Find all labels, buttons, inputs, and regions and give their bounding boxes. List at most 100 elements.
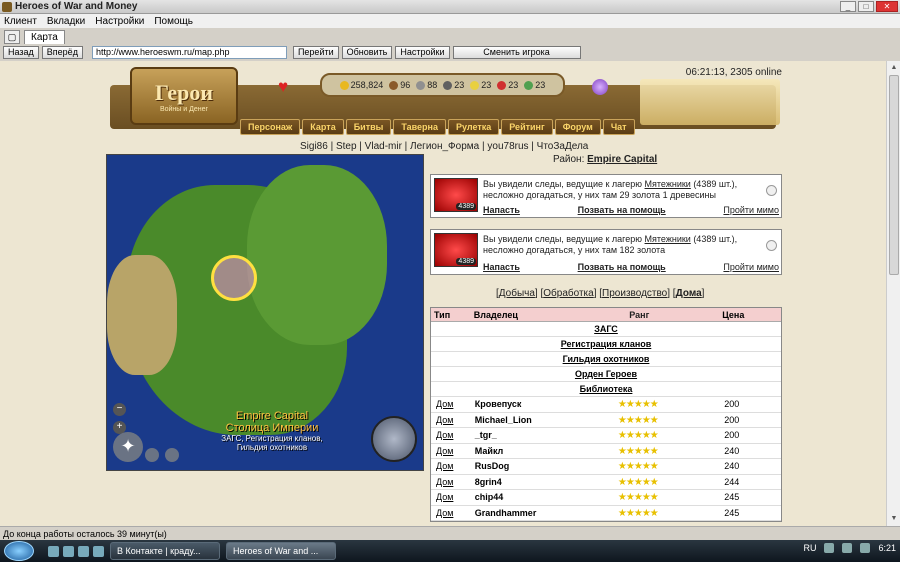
house-link[interactable]: Дом xyxy=(431,444,471,459)
zoom-out-button[interactable]: − xyxy=(113,403,126,416)
menu-roulette[interactable]: Рулетка xyxy=(447,119,500,135)
house-link[interactable]: Дом xyxy=(431,428,471,443)
call-help-link[interactable]: Позвать на помощь xyxy=(578,205,666,215)
menu-chat[interactable]: Чат xyxy=(602,119,635,135)
mercury-icon xyxy=(443,80,453,90)
filter-production[interactable]: Производство xyxy=(602,288,667,299)
house-link[interactable]: Дом xyxy=(431,459,471,474)
menu-rating[interactable]: Рейтинг xyxy=(501,119,553,135)
event-card: 4389 Вы увидели следы, ведущие к лагерю … xyxy=(430,229,782,275)
house-link[interactable]: Дом xyxy=(431,413,471,428)
table-row-special[interactable]: Орден Героев xyxy=(431,367,781,382)
map-globe-icon[interactable] xyxy=(165,448,179,462)
price-value: 200 xyxy=(724,399,740,409)
minimize-button[interactable]: _ xyxy=(840,1,856,12)
world-map[interactable]: Empire Capital Столица Империи ЗАГС, Рег… xyxy=(106,154,424,471)
app-icon[interactable] xyxy=(93,545,104,557)
wood-icon xyxy=(389,80,399,90)
owner-name[interactable]: RusDog xyxy=(471,459,593,474)
taskbar-item-vkontakte[interactable]: В Контакте | краду... xyxy=(110,542,220,560)
location-name-ru: Столица Империи xyxy=(225,422,319,434)
online-players-links[interactable]: Sigi86 | Step | Vlad-mir | Легион_Форма … xyxy=(300,141,588,152)
map-option-icon[interactable] xyxy=(145,448,159,462)
resource-wood: 96 xyxy=(389,80,410,90)
menu-client[interactable]: Клиент xyxy=(4,16,37,27)
tray-clock[interactable]: 6:21 xyxy=(878,543,896,553)
menu-help[interactable]: Помощь xyxy=(154,16,193,27)
refresh-button[interactable]: Обновить xyxy=(341,45,393,59)
forward-button[interactable]: Вперёд xyxy=(41,45,83,59)
price-value: 245 xyxy=(724,507,740,518)
owner-name[interactable]: Michael_Lion xyxy=(471,413,593,428)
scroll-up-arrow-icon[interactable]: ▲ xyxy=(888,62,900,74)
menu-bar: Клиент Вкладки Настройки Помощь xyxy=(0,14,900,28)
scroll-down-arrow-icon[interactable]: ▼ xyxy=(888,513,900,525)
owner-name[interactable]: 8grin4 xyxy=(471,475,593,490)
go-button[interactable]: Перейти xyxy=(292,45,339,59)
maximize-button[interactable]: □ xyxy=(858,1,874,12)
menu-settings[interactable]: Настройки xyxy=(95,16,144,27)
rebels-link[interactable]: Мятежники xyxy=(645,234,691,244)
compass-icon[interactable] xyxy=(371,416,417,462)
filter-houses[interactable]: Дома xyxy=(676,288,702,299)
house-link[interactable]: Дом xyxy=(431,490,471,505)
house-link[interactable]: Дом xyxy=(431,397,471,412)
table-row-special[interactable]: Гильдия охотников xyxy=(431,352,781,367)
language-indicator[interactable]: RU xyxy=(803,543,816,553)
event-actions: Напасть Позвать на помощь Пройти мимо xyxy=(483,262,779,272)
back-button[interactable]: Назад xyxy=(3,45,39,59)
close-button[interactable]: ✕ xyxy=(876,1,898,12)
sulfur-icon xyxy=(470,80,480,90)
event-radio[interactable] xyxy=(766,185,777,196)
browser-icon[interactable] xyxy=(63,545,74,557)
price-value: 200 xyxy=(724,430,740,440)
attack-link[interactable]: Напасть xyxy=(483,205,520,215)
resource-mercury: 23 xyxy=(443,80,464,90)
attack-link[interactable]: Напасть xyxy=(483,262,520,272)
menu-character[interactable]: Персонаж xyxy=(240,119,301,135)
table-row-special[interactable]: Регистрация кланов xyxy=(431,337,781,352)
pass-by-link[interactable]: Пройти мимо xyxy=(723,205,779,215)
event-radio[interactable] xyxy=(766,240,777,251)
menu-tabs[interactable]: Вкладки xyxy=(47,16,85,27)
menu-map[interactable]: Карта xyxy=(302,119,344,135)
tray-network-icon[interactable] xyxy=(824,543,835,553)
table-row-special[interactable]: Библиотека xyxy=(431,382,781,397)
media-player-icon[interactable] xyxy=(48,545,59,557)
price-value: 245 xyxy=(724,492,740,502)
change-player-button[interactable]: Сменить игрока xyxy=(452,45,581,59)
price-value: 244 xyxy=(724,476,740,487)
navigation-star-icon[interactable]: ✦ xyxy=(113,432,143,462)
desktop-icon[interactable] xyxy=(78,545,89,557)
tab-map[interactable]: Карта xyxy=(24,30,65,44)
owner-name[interactable]: Grandhammer xyxy=(471,506,593,521)
current-district-marker[interactable] xyxy=(211,255,257,301)
taskbar-item-heroes[interactable]: Heroes of War and ... xyxy=(226,542,336,560)
house-link[interactable]: Дом xyxy=(431,506,471,521)
filter-processing[interactable]: Обработка xyxy=(543,288,593,299)
game-logo[interactable]: Герои Войны и Денег xyxy=(130,67,238,125)
district-link[interactable]: Empire Capital xyxy=(587,154,657,165)
owner-name[interactable]: chip44 xyxy=(471,490,593,505)
settings-button[interactable]: Настройки xyxy=(395,45,450,59)
owner-name[interactable]: _tgr_ xyxy=(471,428,593,443)
house-link[interactable]: Дом xyxy=(431,475,471,490)
table-row-special[interactable]: ЗАГС xyxy=(431,322,781,337)
scroll-thumb[interactable] xyxy=(889,75,899,275)
start-button[interactable] xyxy=(4,541,34,561)
owner-name[interactable]: Кровепуск xyxy=(471,397,593,412)
page-scrollbar[interactable]: ▲ ▼ xyxy=(886,61,900,526)
tray-app-icon[interactable] xyxy=(860,543,871,553)
menu-battles[interactable]: Битвы xyxy=(345,119,392,135)
tray-volume-icon[interactable] xyxy=(842,543,853,553)
rebels-link[interactable]: Мятежники xyxy=(645,179,691,189)
window-controls: _ □ ✕ xyxy=(840,1,898,12)
filter-mining[interactable]: Добыча xyxy=(499,288,535,299)
menu-tavern[interactable]: Таверна xyxy=(393,119,446,135)
call-help-link[interactable]: Позвать на помощь xyxy=(578,262,666,272)
new-tab-icon[interactable]: ▢ xyxy=(4,30,20,44)
pass-by-link[interactable]: Пройти мимо xyxy=(723,262,779,272)
menu-forum[interactable]: Форум xyxy=(554,119,601,135)
owner-name[interactable]: Майкл xyxy=(471,444,593,459)
url-input[interactable] xyxy=(91,45,287,59)
